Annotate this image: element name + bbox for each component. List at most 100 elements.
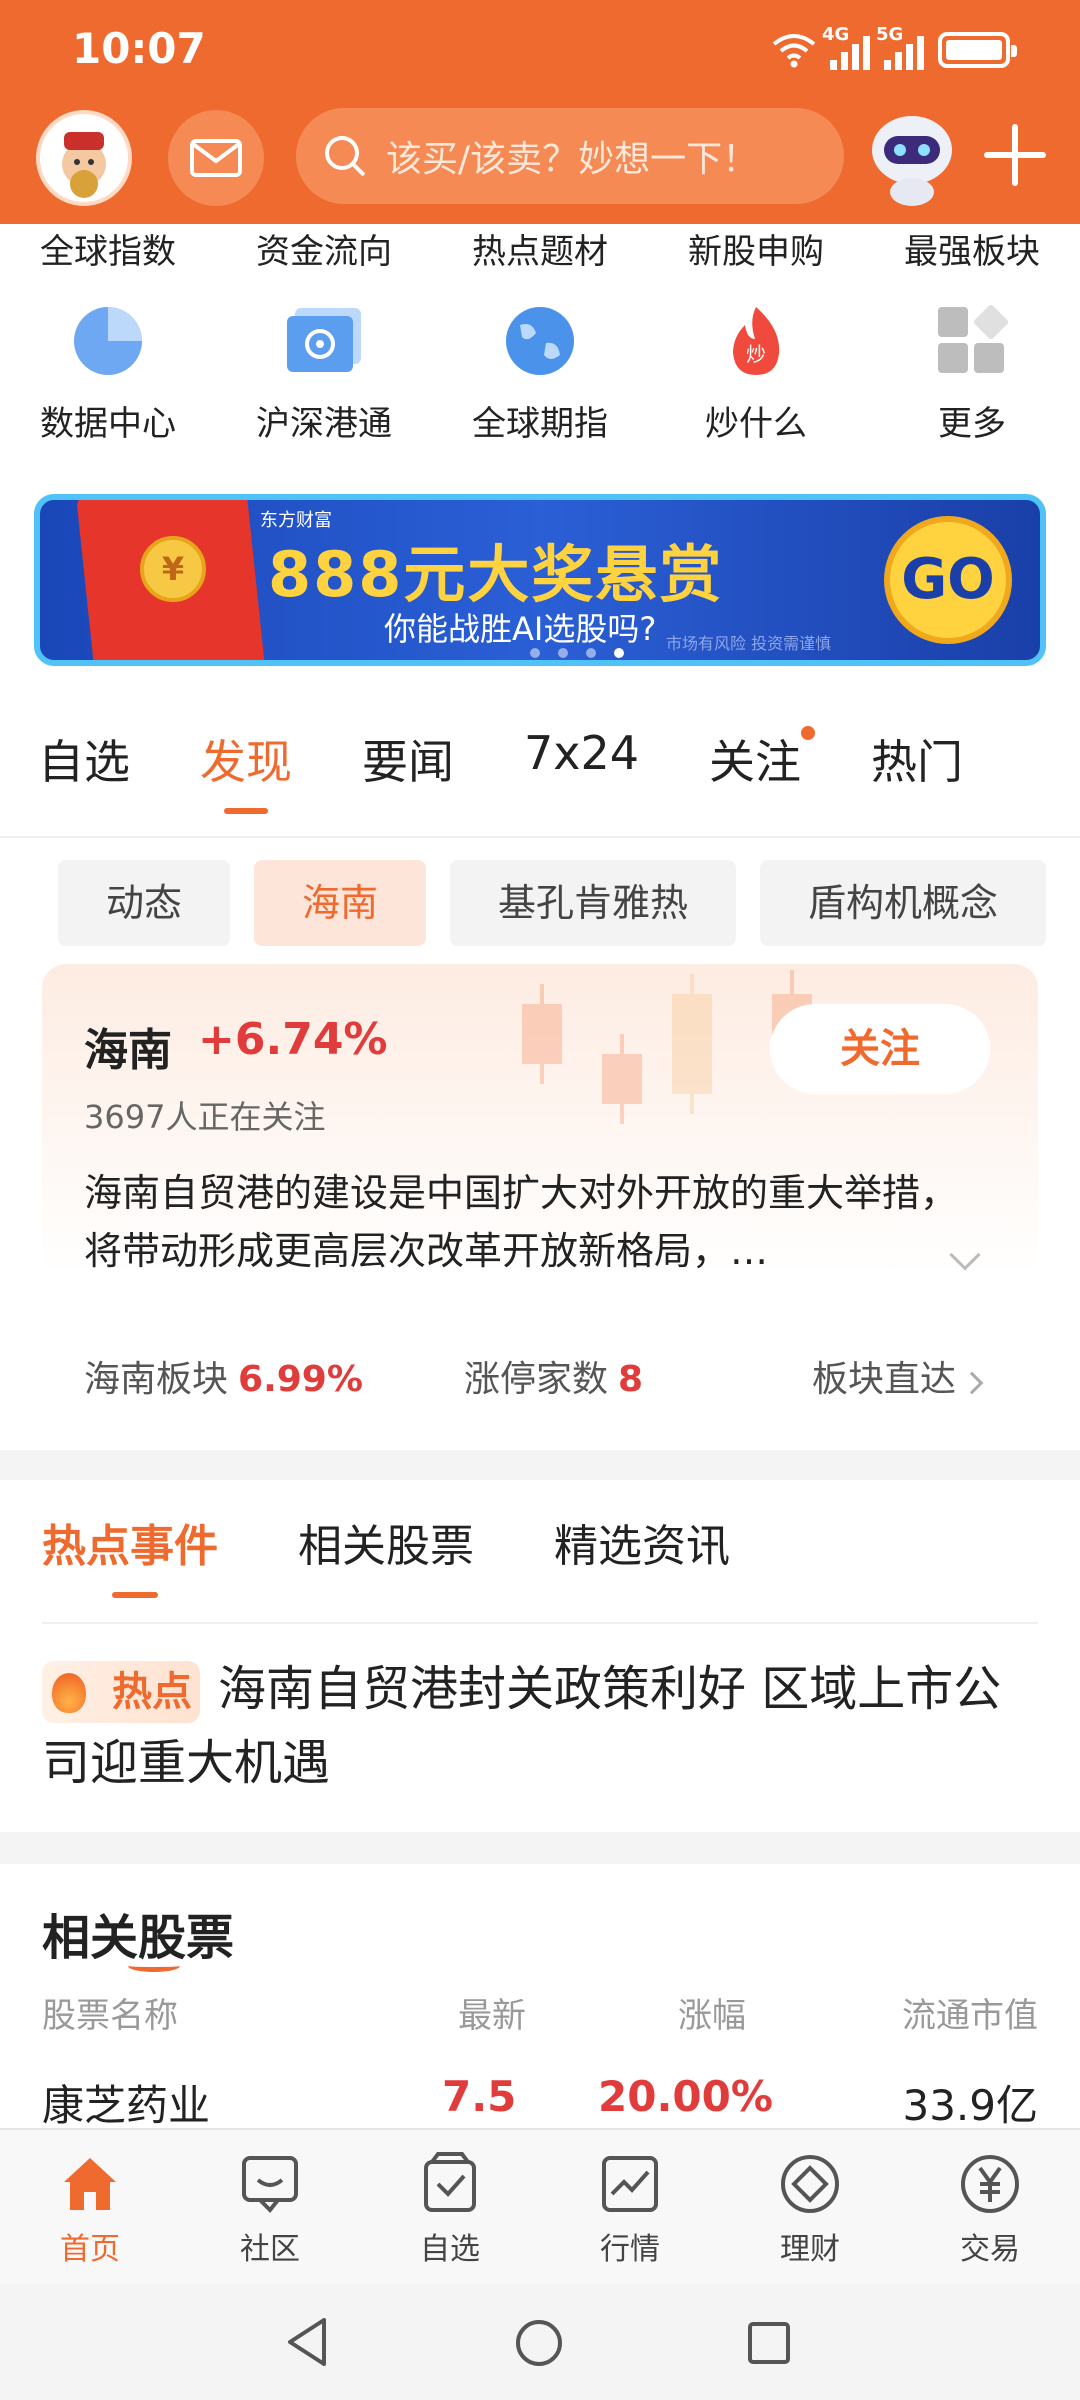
tab-discover[interactable]: 发现	[200, 714, 292, 814]
chat-bubble-icon	[242, 2156, 298, 2213]
quick-what-to-trade-label: 炒什么	[705, 404, 807, 444]
hot-tag: 热点	[42, 1661, 200, 1723]
nav-market-label: 行情	[600, 2232, 660, 2267]
col-latest[interactable]: 最新	[458, 1988, 526, 2037]
sector-value: 6.99%	[238, 1359, 363, 1400]
divider	[42, 1622, 1038, 1624]
pie-chart-icon	[74, 307, 142, 375]
coin-icon: ¥	[140, 536, 206, 602]
nav-market[interactable]: 行情	[540, 2130, 720, 2284]
quick-hk-connect[interactable]: 沪深港通	[216, 302, 432, 445]
add-button[interactable]	[984, 124, 1046, 186]
hot-event-headline[interactable]: 热点 海南自贸港封关政策利好 区域上市公司迎重大机遇	[42, 1652, 1042, 1800]
sector-label: 海南板块	[84, 1359, 229, 1400]
chip-tunnel-boring[interactable]: 盾构机概念	[760, 860, 1047, 946]
banner-subline: 你能战胜AI选股吗?	[384, 610, 657, 648]
ai-robot-icon[interactable]	[862, 100, 962, 210]
col-stock-name[interactable]: 股票名称	[42, 1988, 178, 2037]
status-bar: 10:07 4G 5G	[0, 0, 1080, 100]
topic-stats: 海南板块 6.99% 涨停家数 8 板块直达	[42, 1340, 1038, 1412]
quick-what-to-trade[interactable]: 炒 炒什么	[648, 302, 864, 445]
subtab-hot-events[interactable]: 热点事件	[42, 1510, 218, 1598]
subtab-related-stocks[interactable]: 相关股票	[298, 1510, 474, 1574]
main-tabs: 自选 发现 要闻 7x24 关注 热门	[0, 714, 1080, 838]
nav-community-label: 社区	[240, 2232, 300, 2267]
promo-banner[interactable]: ¥ 东方财富 888元大奖悬赏 你能战胜AI选股吗? GO 市场有风险 投资需谨…	[34, 494, 1046, 666]
nav-wealth-label: 理财	[780, 2232, 840, 2267]
topic-description[interactable]: 海南自贸港的建设是中国扩大对外开放的重大举措，将带动形成更高层次改革开放新格局，…	[84, 1164, 984, 1280]
grid-more-icon	[938, 304, 1009, 373]
nav-wealth[interactable]: 理财	[720, 2130, 900, 2284]
quick-fund-flow[interactable]: 资金流向	[216, 224, 432, 273]
chip-chikungunya[interactable]: 基孔肯雅热	[450, 860, 737, 946]
chip-dynamic[interactable]: 动态	[58, 860, 231, 946]
limitup-value: 8	[618, 1359, 644, 1400]
tab-following[interactable]: 关注	[709, 714, 816, 792]
top-header: 10:07 4G 5G 该买/该卖？妙想一下！	[0, 0, 1080, 224]
checklist-icon	[424, 2152, 476, 2212]
quick-data-center[interactable]: 数据中心	[0, 302, 216, 445]
recents-icon[interactable]	[746, 2320, 792, 2366]
stock-price: 7.5	[442, 2072, 517, 2121]
sector-change: 海南板块 6.99%	[84, 1350, 363, 1402]
nav-trade[interactable]: 交易	[900, 2130, 1080, 2284]
topic-change: +6.74%	[198, 1014, 388, 1065]
tab-watchlist[interactable]: 自选	[38, 714, 130, 792]
col-float-cap[interactable]: 流通市值	[902, 1988, 1038, 2037]
nav-community[interactable]: 社区	[180, 2130, 360, 2284]
sub-tabs: 热点事件 相关股票 精选资讯	[42, 1510, 730, 1598]
quick-global-index[interactable]: 全球指数	[0, 224, 216, 273]
diamond-icon	[781, 2155, 839, 2213]
globe-icon	[506, 307, 574, 375]
network-4g-label: 4G	[822, 24, 850, 45]
subtab-selected-news[interactable]: 精选资讯	[554, 1510, 730, 1574]
hot-tag-label: 热点	[112, 1669, 192, 1715]
quick-ipo[interactable]: 新股申购	[648, 224, 864, 273]
stock-cap: 33.9亿	[902, 2081, 1038, 2128]
quick-global-futures-label: 全球期指	[472, 404, 608, 444]
table-header: 股票名称 最新 涨幅 流通市值	[42, 1988, 1038, 2048]
tab-hot[interactable]: 热门	[871, 714, 963, 792]
related-stocks-title: 相关股票	[42, 1910, 235, 1966]
back-icon[interactable]	[284, 2316, 330, 2368]
banner-headline: 888元大奖悬赏	[268, 538, 724, 611]
main-content[interactable]: 全球指数 资金流向 热点题材 新股申购 最强板块 数据中心 沪深港通 全球期指 …	[0, 224, 1080, 2128]
hk-flower-icon	[287, 308, 361, 372]
tab-7x24[interactable]: 7x24	[524, 714, 639, 780]
home-icon	[64, 2158, 116, 2210]
quick-row-icons: 数据中心 沪深港通 全球期指 炒 炒什么 更多	[0, 302, 1080, 445]
nav-home[interactable]: 首页	[0, 2130, 180, 2284]
goto-label: 板块直达	[811, 1359, 956, 1400]
new-dot	[801, 726, 816, 740]
nav-home-label: 首页	[60, 2232, 120, 2267]
banner-go-button[interactable]: GO	[884, 516, 1012, 644]
limit-up-count: 涨停家数 8	[464, 1350, 643, 1402]
follow-button[interactable]: 关注	[770, 1004, 990, 1094]
mail-button[interactable]	[168, 110, 264, 206]
quick-global-futures[interactable]: 全球期指	[432, 302, 648, 445]
quick-more-label: 更多	[938, 404, 1006, 444]
flame-icon	[52, 1673, 86, 1713]
related-stocks-section: 相关股票 股票名称 最新 涨幅 流通市值 康芝药业 7.5 20.00% 33.…	[0, 1864, 1080, 2128]
tab-news[interactable]: 要闻	[362, 714, 454, 792]
topic-card: 海南 +6.74% 3697人正在关注 关注 海南自贸港的建设是中国扩大对外开放…	[42, 964, 1038, 1352]
banner-risk-note: 市场有风险 投资需谨慎	[666, 634, 832, 653]
home-circle-icon[interactable]	[514, 2318, 564, 2368]
search-bar[interactable]: 该买/该卖？妙想一下！	[296, 108, 844, 204]
sector-direct-link[interactable]: 板块直达	[811, 1350, 984, 1402]
quick-hot-topics[interactable]: 热点题材	[432, 224, 648, 273]
avatar[interactable]	[36, 110, 132, 206]
quick-more[interactable]: 更多	[864, 302, 1080, 445]
banner-pager	[530, 648, 624, 658]
quick-strongest-sector[interactable]: 最强板块	[864, 224, 1080, 273]
col-change[interactable]: 涨幅	[678, 1988, 746, 2037]
search-placeholder: 该买/该卖？妙想一下！	[386, 139, 759, 180]
nav-watchlist[interactable]: 自选	[360, 2130, 540, 2284]
stock-change: 20.00%	[598, 2072, 773, 2121]
status-icons: 4G 5G	[772, 24, 1017, 72]
network-5g-label: 5G	[876, 24, 904, 45]
chip-hainan[interactable]: 海南	[254, 860, 427, 946]
search-icon	[325, 136, 366, 177]
table-row[interactable]: 康芝药业 7.5 20.00% 33.9亿	[42, 2072, 1038, 2128]
quick-data-center-label: 数据中心	[40, 404, 176, 444]
